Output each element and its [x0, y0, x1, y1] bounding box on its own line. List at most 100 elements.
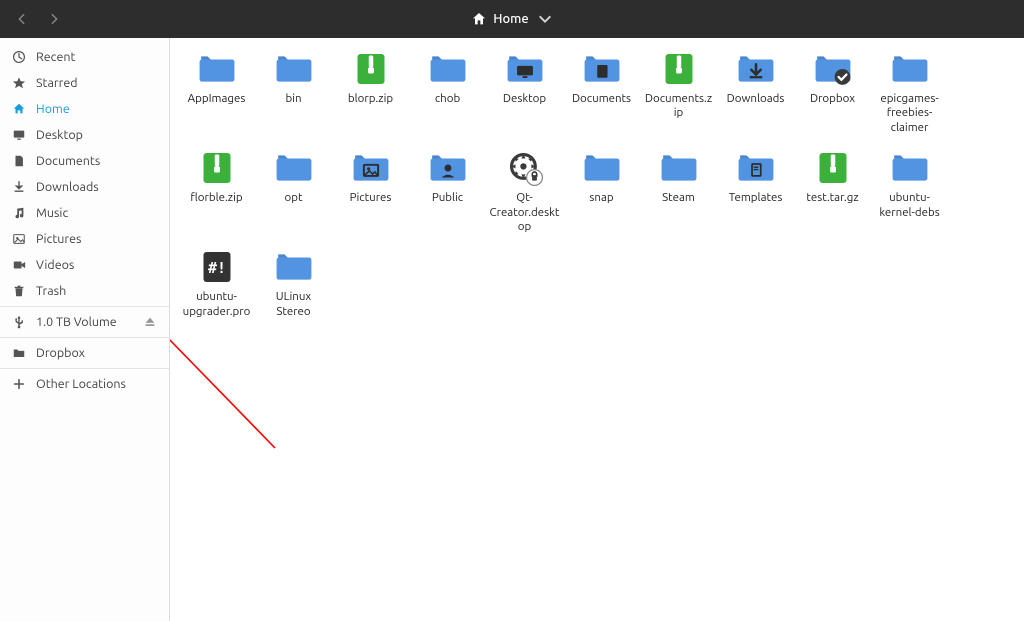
file-item[interactable]: snap — [563, 147, 640, 234]
sidebar-item-label: Downloads — [36, 180, 99, 194]
file-item[interactable]: blorp.zip — [332, 48, 409, 135]
svg-text:#!: #! — [207, 259, 225, 277]
sidebar-item-label: Dropbox — [36, 346, 85, 360]
file-item[interactable]: #! ubuntu-upgrader.pro — [178, 246, 255, 319]
desktop-icon — [12, 128, 26, 142]
folder-documents-icon — [578, 48, 626, 90]
sidebar-item-videos[interactable]: Videos — [0, 252, 169, 278]
sidebar-item-recent[interactable]: Recent — [0, 44, 169, 70]
sidebar-item-label: Videos — [36, 258, 74, 272]
file-item[interactable]: chob — [409, 48, 486, 135]
folder-downloads-icon — [732, 48, 780, 90]
folder-icon — [270, 246, 318, 288]
usb-icon — [12, 315, 26, 329]
sidebar-item-1-0-tb-volume[interactable]: 1.0 TB Volume — [0, 309, 169, 335]
file-item[interactable]: Qt-Creator.desktop — [486, 147, 563, 234]
plus-icon — [12, 377, 26, 391]
file-item[interactable]: Desktop — [486, 48, 563, 135]
file-label: AppImages — [187, 92, 247, 106]
sidebar-item-label: Desktop — [36, 128, 83, 142]
sidebar-item-label: Documents — [36, 154, 100, 168]
sidebar-section-devices: 1.0 TB Volume — [0, 307, 169, 338]
sidebar-item-label: Music — [36, 206, 68, 220]
folder-icon — [578, 147, 626, 189]
file-item[interactable]: Public — [409, 147, 486, 234]
folder-icon — [655, 147, 703, 189]
sidebar-item-downloads[interactable]: Downloads — [0, 174, 169, 200]
file-label: florble.zip — [189, 191, 243, 205]
download-icon — [12, 180, 26, 194]
forward-button[interactable] — [40, 5, 68, 33]
file-label: Desktop — [502, 92, 547, 106]
file-item[interactable]: opt — [255, 147, 332, 234]
sidebar-item-dropbox[interactable]: Dropbox — [0, 340, 169, 366]
sidebar-item-label: Recent — [36, 50, 75, 64]
eject-icon[interactable] — [143, 315, 157, 329]
sidebar-item-music[interactable]: Music — [0, 200, 169, 226]
headerbar: Home — [0, 0, 1024, 38]
folder-icon — [886, 48, 934, 90]
sidebar-item-desktop[interactable]: Desktop — [0, 122, 169, 148]
file-label: ULinux Stereo — [258, 290, 330, 319]
zip-icon — [809, 147, 857, 189]
file-label: opt — [284, 191, 304, 205]
file-label: snap — [588, 191, 614, 205]
location-label: Home — [493, 12, 528, 26]
home-icon — [471, 11, 487, 27]
folder-icon — [270, 48, 318, 90]
file-item[interactable]: florble.zip — [178, 147, 255, 234]
file-item[interactable]: test.tar.gz — [794, 147, 871, 234]
desktop-entry-icon — [501, 147, 549, 189]
file-item[interactable]: ubuntu-kernel-debs — [871, 147, 948, 234]
sidebar-item-label: Trash — [36, 284, 66, 298]
sidebar: Recent Starred Home Desktop Documents Downloa… — [0, 38, 170, 621]
file-label: Dropbox — [809, 92, 856, 106]
file-label: ubuntu-kernel-debs — [874, 191, 946, 220]
video-icon — [12, 258, 26, 272]
file-label: ubuntu-upgrader.pro — [181, 290, 253, 319]
file-item[interactable]: Documents.zip — [640, 48, 717, 135]
main-layout: Recent Starred Home Desktop Documents Downloa… — [0, 38, 1024, 621]
file-label: blorp.zip — [347, 92, 394, 106]
sidebar-item-label: Pictures — [36, 232, 81, 246]
picture-icon — [12, 232, 26, 246]
file-item[interactable]: epicgames-freebies-claimer — [871, 48, 948, 135]
sidebar-item-pictures[interactable]: Pictures — [0, 226, 169, 252]
file-label: Documents.zip — [643, 92, 715, 121]
sidebar-item-label: Other Locations — [36, 377, 126, 391]
file-label: Public — [431, 191, 464, 205]
folder-public-icon — [424, 147, 472, 189]
hashbang-icon: #! — [193, 246, 241, 288]
sidebar-item-label: Home — [36, 102, 70, 116]
recent-icon — [12, 50, 26, 64]
file-item[interactable]: Dropbox — [794, 48, 871, 135]
folder-icon — [424, 48, 472, 90]
file-label: Documents — [571, 92, 632, 106]
file-label: epicgames-freebies-claimer — [874, 92, 946, 135]
file-item[interactable]: Pictures — [332, 147, 409, 234]
file-item[interactable]: Templates — [717, 147, 794, 234]
file-item[interactable]: AppImages — [178, 48, 255, 135]
sidebar-section-places: Recent Starred Home Desktop Documents Downloa… — [0, 42, 169, 307]
chevron-down-icon — [537, 11, 553, 27]
sidebar-item-home[interactable]: Home — [0, 96, 169, 122]
folder-icon — [886, 147, 934, 189]
location-bar[interactable]: Home — [68, 11, 956, 27]
sidebar-item-starred[interactable]: Starred — [0, 70, 169, 96]
file-item[interactable]: bin — [255, 48, 332, 135]
file-view[interactable]: AppImages bin blorp.zip chob Desktop Document… — [170, 38, 1024, 621]
file-item[interactable]: Downloads — [717, 48, 794, 135]
file-item[interactable]: ULinux Stereo — [255, 246, 332, 319]
folder-desktop-icon — [501, 48, 549, 90]
sidebar-item-documents[interactable]: Documents — [0, 148, 169, 174]
back-button[interactable] — [8, 5, 36, 33]
folder-icon — [193, 48, 241, 90]
zip-icon — [655, 48, 703, 90]
sidebar-item-trash[interactable]: Trash — [0, 278, 169, 304]
music-icon — [12, 206, 26, 220]
file-item[interactable]: Steam — [640, 147, 717, 234]
sidebar-section-other: Other Locations — [0, 369, 169, 399]
file-item[interactable]: Documents — [563, 48, 640, 135]
sidebar-item-other-locations[interactable]: Other Locations — [0, 371, 169, 397]
annotation-arrow — [170, 318, 300, 458]
